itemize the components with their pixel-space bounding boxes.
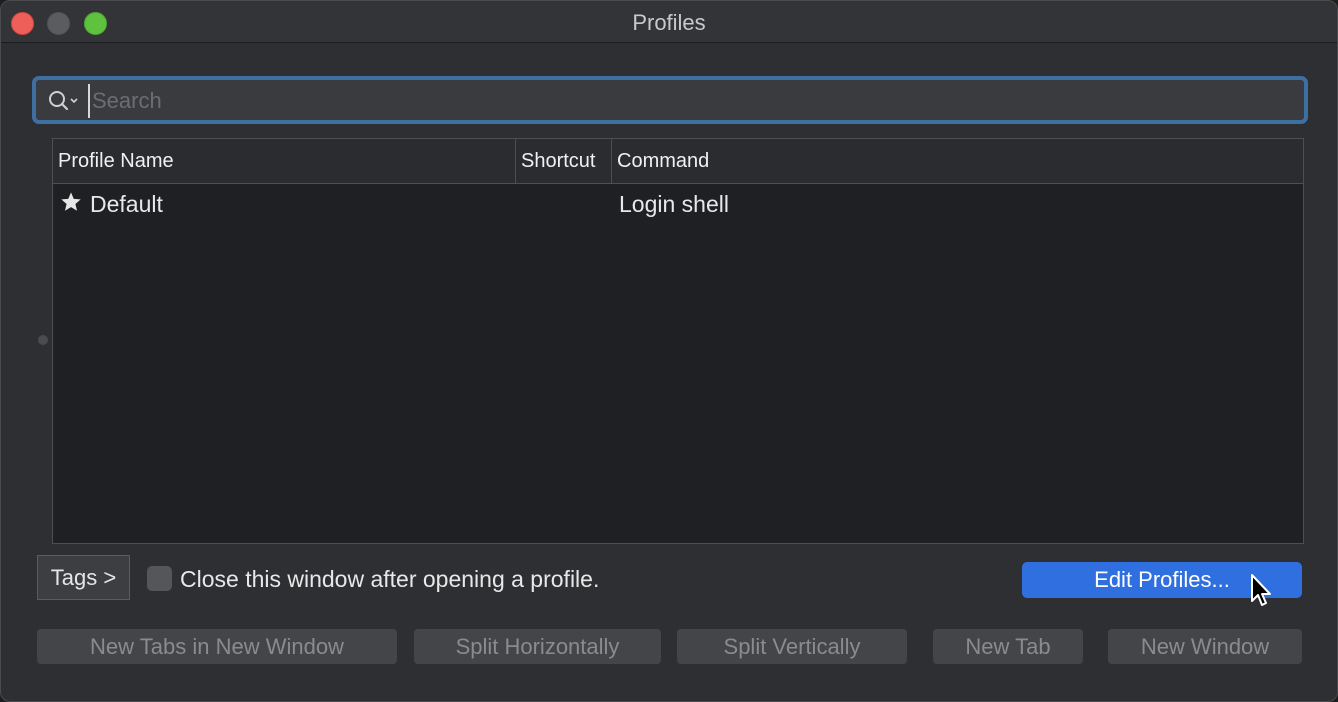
- title-bar: Profiles: [1, 1, 1337, 43]
- table-row[interactable]: Default Login shell: [53, 185, 1303, 225]
- new-tab-button[interactable]: New Tab: [933, 629, 1083, 664]
- close-window-checkbox-label[interactable]: Close this window after opening a profil…: [180, 564, 599, 594]
- close-window-checkbox[interactable]: [147, 566, 172, 591]
- search-input[interactable]: [88, 84, 1288, 118]
- profile-name-cell: Default: [90, 191, 163, 217]
- new-tabs-in-new-window-button[interactable]: New Tabs in New Window: [37, 629, 397, 664]
- split-horizontally-button[interactable]: Split Horizontally: [414, 629, 661, 664]
- profiles-window: Profiles Profile Name Shortcut Command D…: [0, 0, 1338, 702]
- split-vertically-button[interactable]: Split Vertically: [677, 629, 907, 664]
- profiles-table: Profile Name Shortcut Command Default Lo…: [52, 138, 1304, 544]
- column-header-command[interactable]: Command: [611, 139, 1291, 184]
- command-cell: Login shell: [619, 191, 729, 217]
- search-icon[interactable]: [48, 90, 82, 112]
- tags-button[interactable]: Tags >: [37, 555, 130, 600]
- new-window-button[interactable]: New Window: [1108, 629, 1302, 664]
- column-header-profile-name[interactable]: Profile Name: [58, 139, 513, 184]
- star-icon: [61, 192, 81, 211]
- search-field[interactable]: [32, 76, 1308, 124]
- column-header-shortcut[interactable]: Shortcut: [515, 139, 611, 184]
- resize-handle[interactable]: [38, 335, 48, 345]
- mouse-pointer-icon: [1251, 574, 1271, 606]
- table-header: Profile Name Shortcut Command: [53, 139, 1303, 184]
- window-title: Profiles: [632, 10, 706, 35]
